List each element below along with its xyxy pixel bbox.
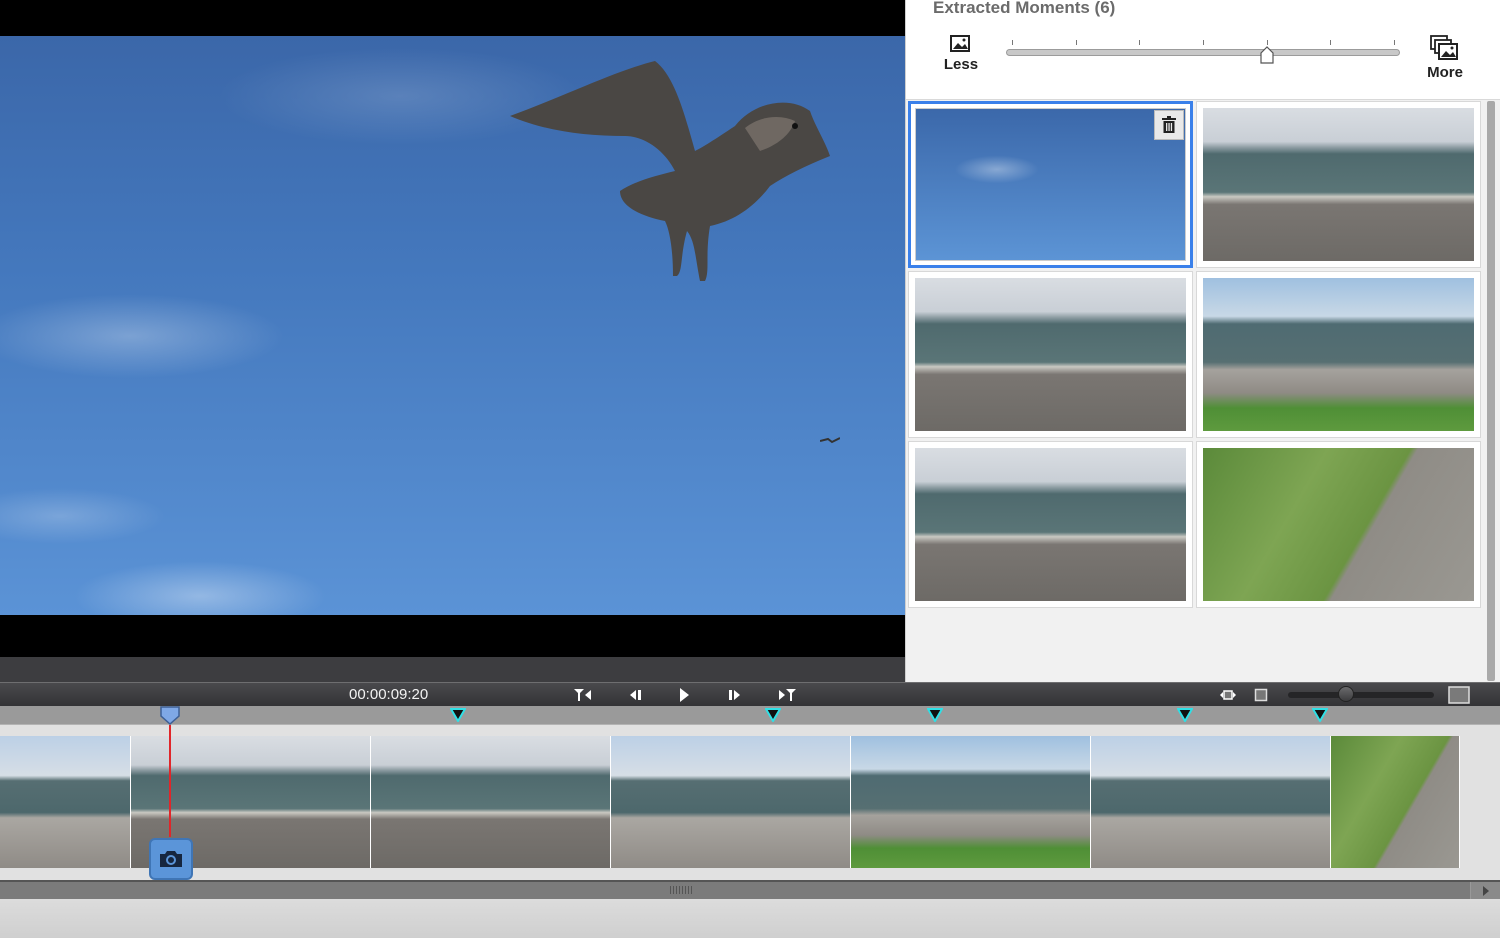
preview-frame[interactable] (0, 36, 905, 615)
go-to-start-button[interactable] (572, 686, 594, 704)
timeline-frame (1331, 736, 1460, 868)
slider-tick (1330, 40, 1332, 45)
previous-frame-icon (630, 690, 641, 700)
zoom-slider-knob[interactable] (1338, 686, 1355, 702)
moment-marker-ruler[interactable] (0, 706, 1500, 725)
more-label: More (1427, 64, 1463, 81)
camera-icon (160, 851, 182, 867)
play-icon (680, 688, 689, 702)
zoom-slider-track (1288, 692, 1434, 698)
letterbox-bottom (0, 615, 905, 657)
distant-bird-image (820, 437, 840, 444)
panel-scrollbar[interactable] (1487, 101, 1495, 681)
previous-frame-button[interactable] (625, 686, 647, 704)
capture-moment-button[interactable] (149, 838, 193, 880)
video-preview (0, 0, 905, 682)
moments-header: Extracted Moments (6) Less More (906, 0, 1500, 100)
delete-moment-button[interactable] (1154, 110, 1184, 140)
next-frame-icon (729, 690, 740, 700)
slider-thumb[interactable] (1260, 46, 1274, 64)
moment-image (915, 448, 1186, 601)
small-thumbnail-icon (1254, 688, 1268, 702)
moment-thumbnail[interactable] (908, 271, 1193, 438)
moment-thumbnail[interactable] (1196, 271, 1481, 438)
less-label: Less (943, 56, 979, 73)
timeline-scrollbar[interactable] (0, 880, 1500, 899)
timeline-frame (851, 736, 1091, 868)
go-to-end-icon (779, 689, 796, 701)
window-footer (0, 899, 1500, 938)
timeline-frame (611, 736, 851, 868)
play-button[interactable] (673, 686, 695, 704)
go-to-end-button[interactable] (776, 686, 798, 704)
large-thumbnail-icon (1448, 686, 1470, 704)
moment-thumbnail[interactable] (1196, 441, 1481, 608)
moment-marker[interactable] (764, 708, 781, 722)
more-moments-button[interactable]: More (1415, 34, 1475, 81)
slider-tick (1075, 40, 1077, 45)
moment-thumbnail[interactable] (1196, 101, 1481, 268)
slider-tick (1012, 40, 1013, 45)
preview-footer (0, 657, 905, 682)
moment-thumbnail[interactable] (908, 441, 1193, 608)
large-thumbnails-button[interactable] (1447, 684, 1471, 706)
moment-marker[interactable] (926, 708, 943, 722)
timeline-frame (1091, 736, 1331, 868)
trash-icon (1162, 116, 1176, 133)
moment-image (1203, 448, 1474, 601)
moment-marker[interactable] (1177, 708, 1193, 722)
timeline-zoom-slider[interactable] (1288, 686, 1434, 702)
single-photo-icon (950, 35, 970, 52)
letterbox-top (0, 0, 905, 36)
extracted-moments-panel: Extracted Moments (6) Less More (905, 0, 1500, 682)
less-moments-button[interactable]: Less (931, 34, 991, 73)
playhead-line (168, 725, 171, 837)
moment-marker[interactable] (1312, 708, 1328, 722)
scrollbar-grip[interactable] (670, 886, 694, 894)
moment-thumbnail[interactable] (908, 101, 1193, 268)
panel-title: Extracted Moments (6) (933, 0, 1116, 17)
slider-tick (1266, 40, 1268, 45)
moment-image (1203, 108, 1474, 261)
playhead-handle[interactable] (159, 706, 181, 725)
moment-marker[interactable] (449, 708, 466, 722)
timeline-frame (0, 736, 131, 868)
fit-to-window-icon (1220, 690, 1236, 700)
slider-tick (1394, 40, 1395, 45)
small-thumbnails-button[interactable] (1250, 686, 1272, 704)
chevron-right-icon (1482, 885, 1489, 896)
timeline-frame (371, 736, 611, 868)
slider-track (1006, 49, 1400, 56)
timeline-filmstrip[interactable] (0, 725, 1500, 880)
next-frame-button[interactable] (723, 686, 745, 704)
scroll-right-button[interactable] (1470, 882, 1500, 899)
seagull-image (510, 61, 830, 281)
multiple-photos-icon (1430, 35, 1458, 60)
moment-image (1203, 278, 1474, 431)
moment-density-slider[interactable] (1006, 40, 1400, 66)
moment-image (915, 278, 1186, 431)
fit-timeline-button[interactable] (1216, 686, 1240, 704)
moment-extractor-window: Extracted Moments (6) Less More 00:00:09… (0, 0, 1500, 938)
timecode: 00:00:09:20 (349, 686, 429, 703)
go-to-start-icon (574, 689, 591, 701)
transport-bar: 00:00:09:20 (0, 682, 1500, 706)
slider-tick (1139, 40, 1141, 45)
slider-tick (1203, 40, 1204, 45)
moment-image (915, 108, 1186, 261)
